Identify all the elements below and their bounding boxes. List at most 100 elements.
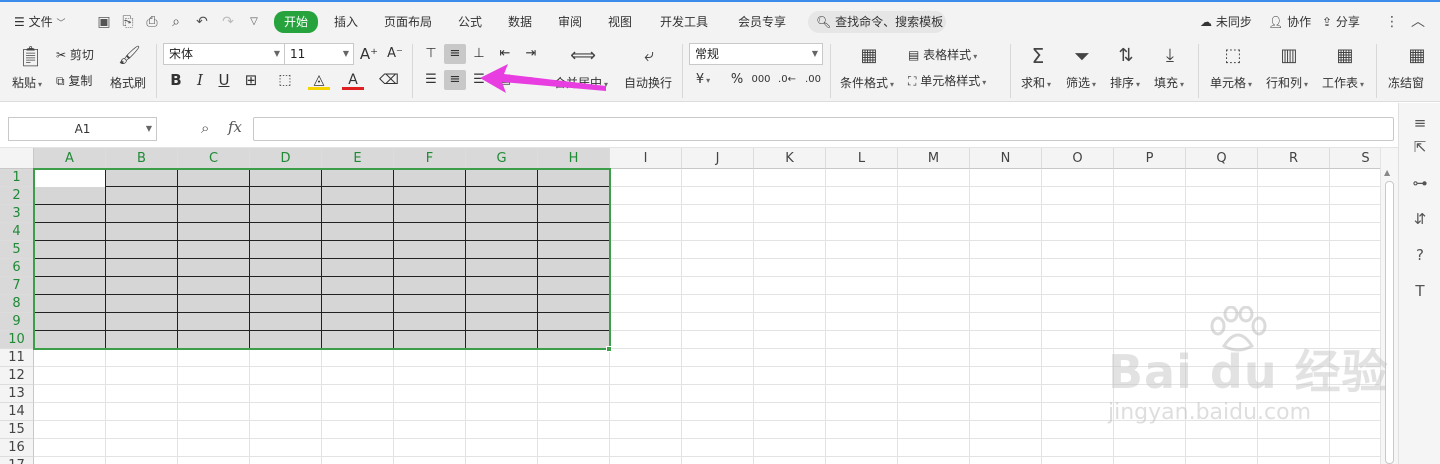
row-col-icon[interactable]: ▥ bbox=[1276, 44, 1302, 68]
font-size-select[interactable]: 11 ▼ bbox=[284, 43, 354, 65]
undo-icon[interactable]: ↶ bbox=[192, 12, 212, 32]
cell-icon[interactable]: ⬚ bbox=[1220, 44, 1246, 68]
column-header-l[interactable]: L bbox=[826, 148, 898, 169]
format-painter-button[interactable]: 格式刷 bbox=[110, 74, 146, 91]
formula-input[interactable] bbox=[253, 117, 1394, 141]
column-header-a[interactable]: A bbox=[34, 148, 106, 169]
export-pdf-icon[interactable]: ⎘ bbox=[118, 12, 138, 32]
worksheet-grid[interactable]: ABCDEFGHIJKLMNOPQRS 1 2 3 4 5 6 7 8 9 10 11 12 13 14 1… bbox=[0, 148, 1380, 464]
conditional-format-icon[interactable]: ▦ bbox=[856, 44, 882, 68]
row-header-9[interactable]: 9 bbox=[0, 313, 34, 331]
row-header-12[interactable]: 12 bbox=[0, 367, 34, 385]
column-header-c[interactable]: C bbox=[178, 148, 250, 169]
row-header-10[interactable]: 10 bbox=[0, 331, 34, 349]
tab-home[interactable]: 开始 bbox=[274, 11, 319, 33]
text-tool-icon[interactable]: T bbox=[1410, 281, 1430, 301]
decrease-indent-icon[interactable]: ⇤ bbox=[494, 44, 516, 64]
align-right-icon[interactable]: ☰ bbox=[468, 70, 490, 90]
bold-icon[interactable]: B bbox=[165, 70, 187, 90]
collapse-icon[interactable]: ≡ bbox=[1410, 113, 1430, 133]
paintbrush-icon[interactable]: 🖌︎ bbox=[118, 44, 141, 68]
increase-decimal-icon[interactable]: .0← bbox=[776, 70, 798, 90]
currency-icon[interactable]: ¥ ▾ bbox=[692, 70, 714, 90]
row-header-4[interactable]: 4 bbox=[0, 223, 34, 241]
align-left-icon[interactable]: ☰ bbox=[420, 70, 442, 90]
tab-member[interactable]: 会员专享 bbox=[738, 12, 786, 32]
scroll-up-icon[interactable]: ▲ bbox=[1384, 168, 1390, 177]
table-style-button[interactable]: ▤ 表格样式 ▾ bbox=[908, 46, 977, 63]
tab-review[interactable]: 审阅 bbox=[558, 12, 582, 32]
font-name-select[interactable]: 宋体 ▼ bbox=[163, 43, 285, 65]
borders-icon[interactable]: ⊞ bbox=[240, 70, 262, 90]
freeze-panes-button[interactable]: 冻结窗 bbox=[1388, 74, 1424, 91]
tab-page-layout[interactable]: 页面布局 bbox=[384, 12, 432, 32]
freeze-panes-icon[interactable]: ▦ bbox=[1404, 44, 1430, 68]
row-header-8[interactable]: 8 bbox=[0, 295, 34, 313]
underline-icon[interactable]: U bbox=[213, 70, 235, 90]
column-header-f[interactable]: F bbox=[394, 148, 466, 169]
print-icon[interactable]: ⎙ bbox=[142, 12, 162, 32]
row-header-14[interactable]: 14 bbox=[0, 403, 34, 421]
print-preview-icon[interactable]: ⌕ bbox=[166, 12, 186, 32]
properties-icon[interactable]: ⊶ bbox=[1410, 173, 1430, 193]
column-header-n[interactable]: N bbox=[970, 148, 1042, 169]
align-middle-icon[interactable]: ≡ bbox=[444, 44, 466, 64]
wrap-text-button[interactable]: 自动换行 bbox=[624, 74, 672, 91]
tab-developer[interactable]: 开发工具 bbox=[660, 12, 708, 32]
paste-icon[interactable]: 📋︎ bbox=[18, 44, 43, 68]
fill-icon[interactable]: ⤓ bbox=[1158, 44, 1182, 68]
cell-style-button[interactable]: ⛶ 单元格样式 ▾ bbox=[908, 72, 986, 89]
collapse-ribbon-icon[interactable]: ︿ bbox=[1408, 12, 1428, 32]
italic-icon[interactable]: I bbox=[189, 70, 211, 90]
cut-button[interactable]: ✂ 剪切 bbox=[56, 46, 94, 63]
column-header-s[interactable]: S bbox=[1330, 148, 1380, 169]
sync-status[interactable]: ☁ 未同步 bbox=[1200, 12, 1252, 32]
row-header-7[interactable]: 7 bbox=[0, 277, 34, 295]
increase-indent-icon[interactable]: ⇥ bbox=[520, 44, 542, 64]
row-header-5[interactable]: 5 bbox=[0, 241, 34, 259]
row-header-3[interactable]: 3 bbox=[0, 205, 34, 223]
decrease-decimal-icon[interactable]: .00 bbox=[802, 70, 824, 90]
column-header-e[interactable]: E bbox=[322, 148, 394, 169]
row-header-2[interactable]: 2 bbox=[0, 187, 34, 205]
sum-button[interactable]: 求和 ▾ bbox=[1021, 74, 1051, 91]
cell-button[interactable]: 单元格 ▾ bbox=[1210, 74, 1252, 91]
row-col-button[interactable]: 行和列 ▾ bbox=[1266, 74, 1308, 91]
merge-center-button[interactable]: 合并居中 ▾ bbox=[554, 74, 608, 91]
zoom-search-icon[interactable]: ⌕ bbox=[201, 119, 209, 137]
column-header-r[interactable]: R bbox=[1258, 148, 1330, 169]
copy-button[interactable]: ⧉ 复制 bbox=[56, 72, 92, 89]
cursor-select-icon[interactable]: ⇱ bbox=[1410, 137, 1430, 157]
row-header-1[interactable]: 1 bbox=[0, 169, 34, 187]
row-header-15[interactable]: 15 bbox=[0, 421, 34, 439]
transform-icon[interactable]: ⇵ bbox=[1410, 209, 1430, 229]
tab-insert[interactable]: 插入 bbox=[334, 12, 358, 32]
row-header-6[interactable]: 6 bbox=[0, 259, 34, 277]
sort-button[interactable]: 排序 ▾ bbox=[1110, 74, 1140, 91]
column-header-o[interactable]: O bbox=[1042, 148, 1114, 169]
select-all-corner[interactable] bbox=[0, 148, 34, 169]
tab-formulas[interactable]: 公式 bbox=[458, 12, 482, 32]
column-header-m[interactable]: M bbox=[898, 148, 970, 169]
fill-handle[interactable] bbox=[606, 346, 612, 352]
thousands-separator-icon[interactable]: 000 bbox=[750, 70, 772, 90]
font-color-icon[interactable]: A bbox=[342, 70, 364, 90]
collaborate-button[interactable]: 👤︎ 协作 bbox=[1268, 12, 1311, 32]
column-header-j[interactable]: J bbox=[682, 148, 754, 169]
decrease-font-icon[interactable]: A⁻ bbox=[384, 44, 406, 64]
help-icon[interactable]: ? bbox=[1410, 245, 1430, 265]
cell-fill-icon[interactable]: ⬚ bbox=[274, 70, 296, 90]
tab-view[interactable]: 视图 bbox=[608, 12, 632, 32]
column-header-k[interactable]: K bbox=[754, 148, 826, 169]
row-header-11[interactable]: 11 bbox=[0, 349, 34, 367]
distribute-icon[interactable]: ⇹ bbox=[520, 70, 542, 90]
align-top-icon[interactable]: ⊤ bbox=[420, 44, 442, 64]
sum-icon[interactable]: Σ bbox=[1026, 44, 1050, 68]
redo-icon[interactable]: ↷ bbox=[218, 12, 238, 32]
align-bottom-icon[interactable]: ⊥ bbox=[468, 44, 490, 64]
worksheet-button[interactable]: 工作表 ▾ bbox=[1322, 74, 1364, 91]
merge-center-icon[interactable]: ⟺ bbox=[570, 44, 596, 68]
column-header-b[interactable]: B bbox=[106, 148, 178, 169]
column-header-p[interactable]: P bbox=[1114, 148, 1186, 169]
column-header-q[interactable]: Q bbox=[1186, 148, 1258, 169]
